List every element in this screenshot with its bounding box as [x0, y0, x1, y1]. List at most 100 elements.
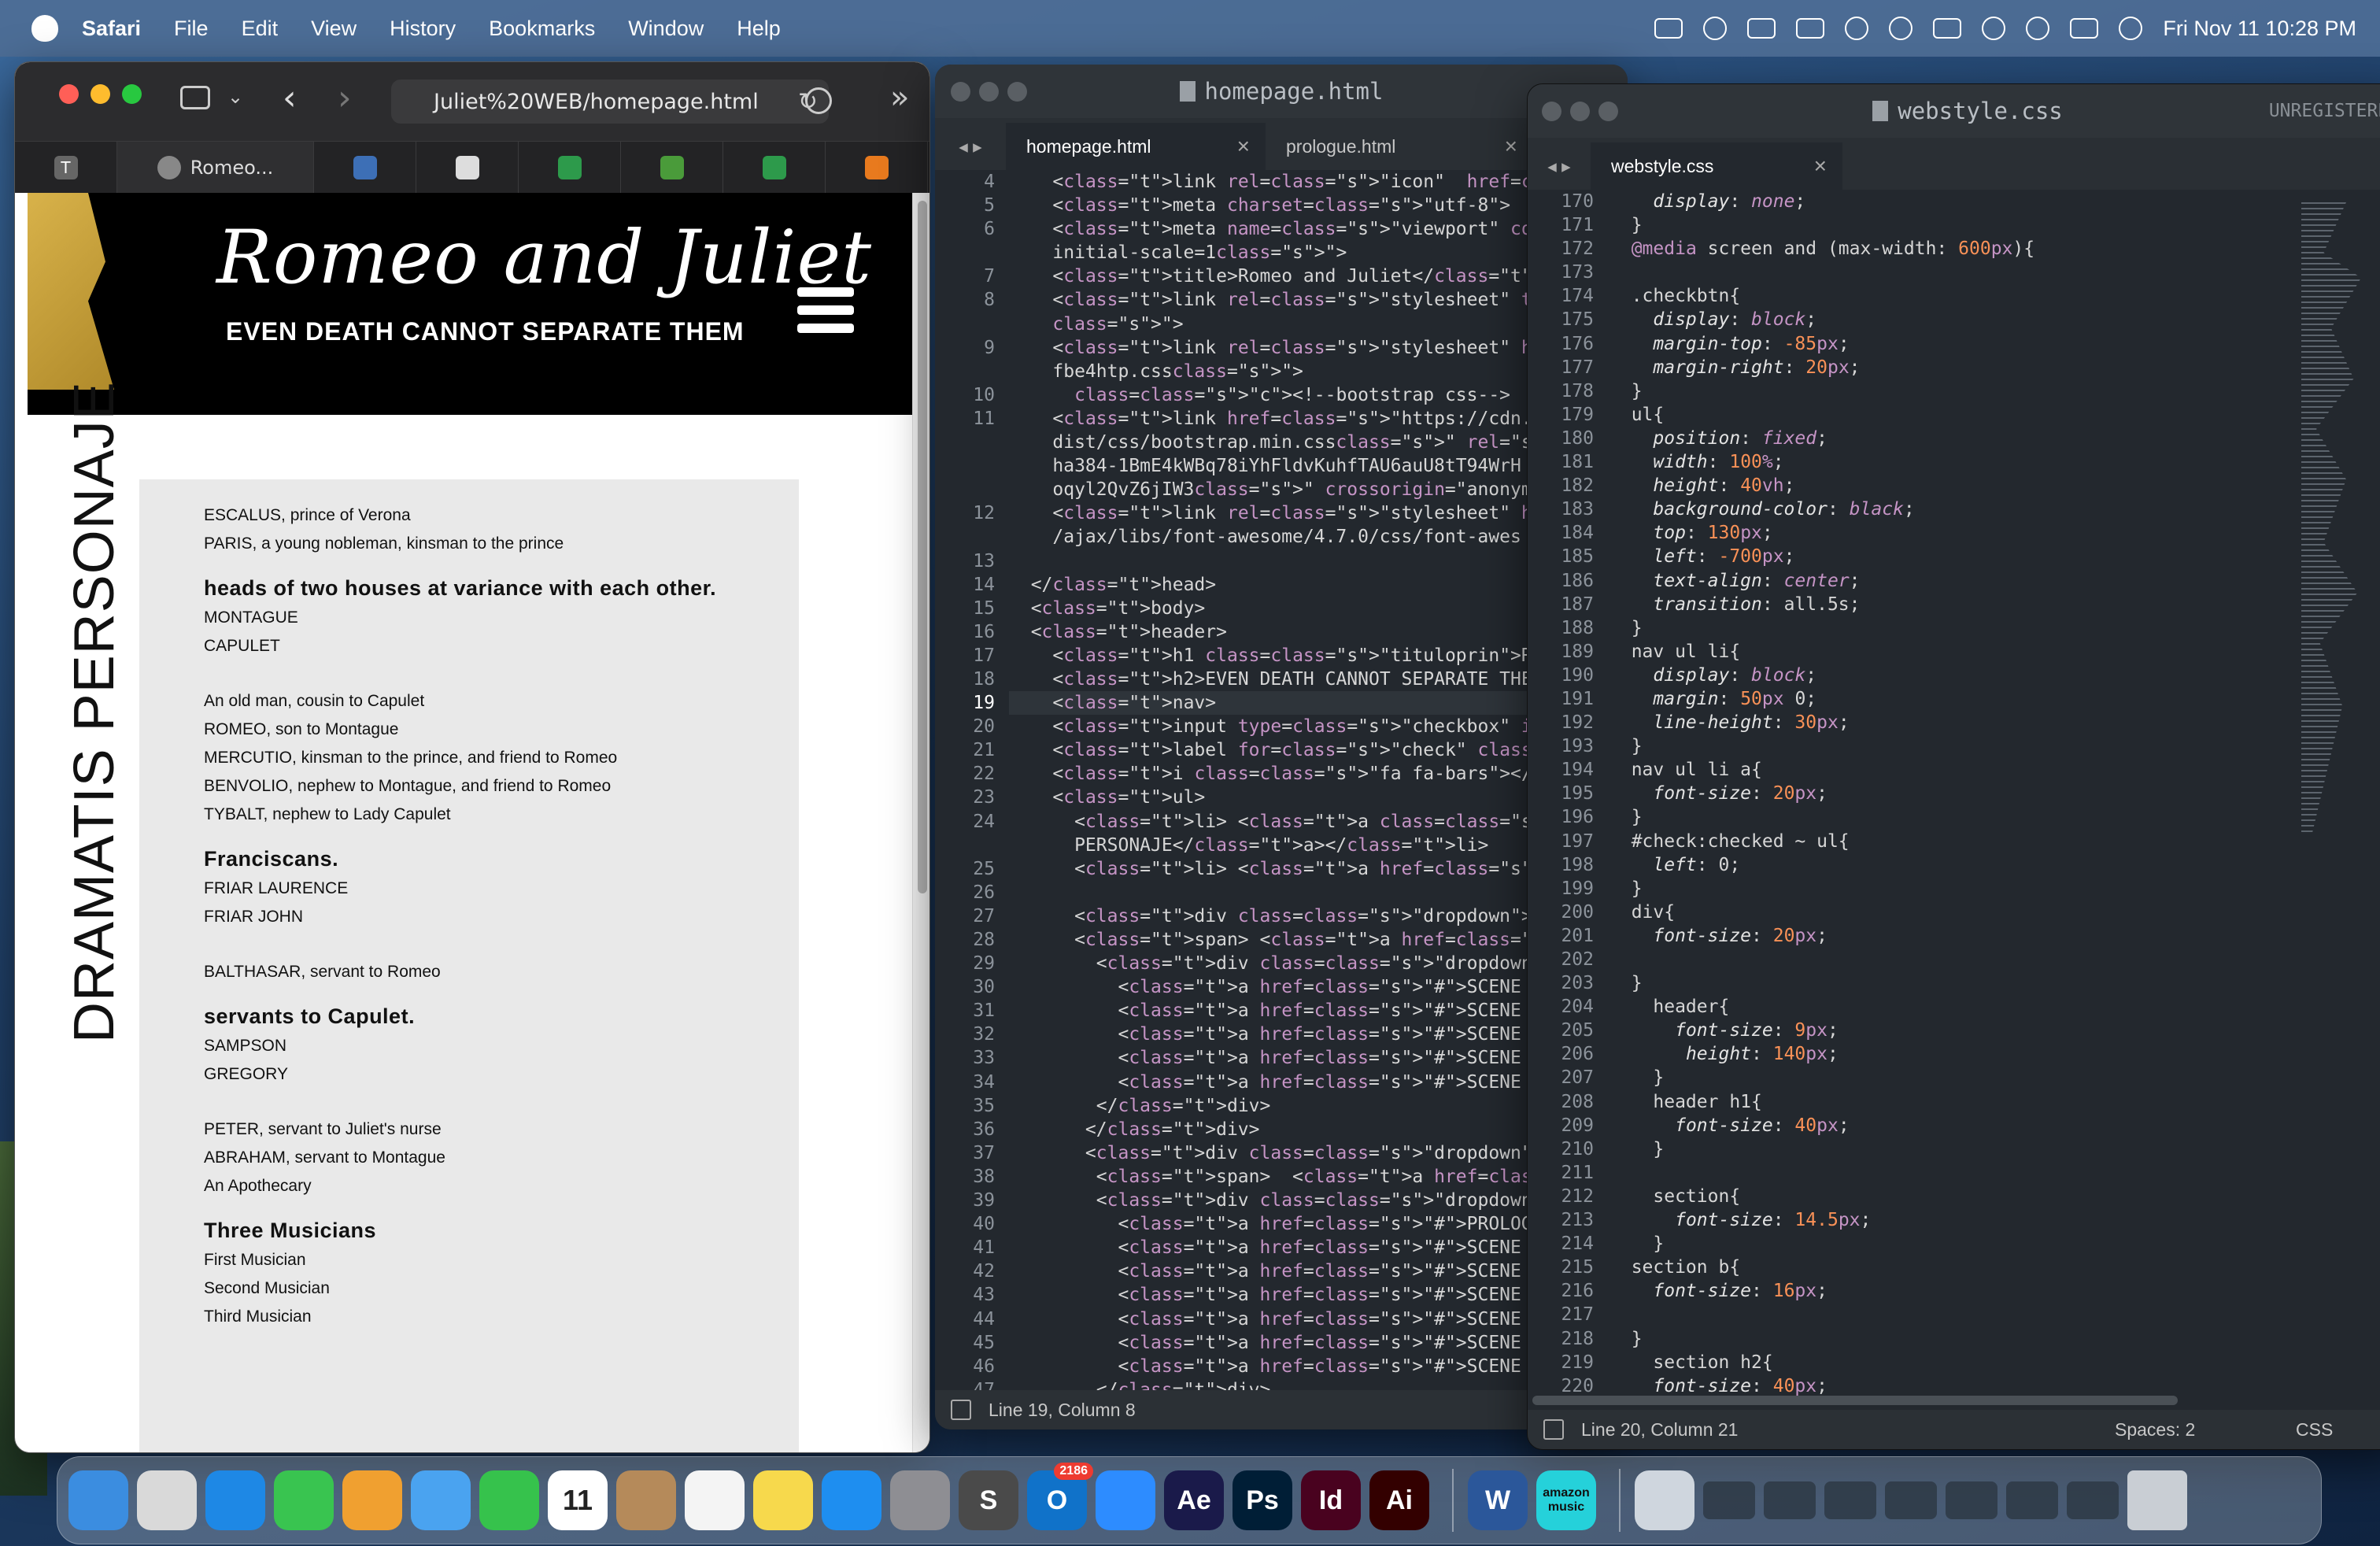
apple-icon[interactable] [31, 15, 58, 42]
amazon-music-icon[interactable]: amazon music [1536, 1470, 1596, 1530]
safari-icon[interactable] [205, 1470, 265, 1530]
close-button[interactable] [59, 84, 79, 104]
clock[interactable]: Fri Nov 11 10:28 PM [2163, 17, 2356, 41]
search-icon[interactable] [2026, 17, 2050, 40]
tab-webstyle[interactable]: webstyle.css × [1591, 142, 1842, 190]
code-line[interactable]: nav ul li{ [1609, 640, 2034, 664]
mail-icon[interactable] [411, 1470, 471, 1530]
minimized-window-4[interactable] [1885, 1481, 1937, 1519]
code-line[interactable] [1609, 1161, 2034, 1185]
minimized-window-3[interactable] [1824, 1481, 1876, 1519]
syntax-setting[interactable]: CSS [2296, 1419, 2333, 1441]
minimize-button[interactable] [979, 82, 999, 102]
code-line[interactable]: font-size: 14.5px; [1609, 1208, 2034, 1232]
menu-file[interactable]: File [174, 17, 209, 41]
page-scrollbar[interactable] [912, 193, 929, 1452]
minimize-button[interactable] [1570, 102, 1590, 121]
zoom-button[interactable] [122, 84, 142, 104]
notes-icon[interactable] [753, 1470, 813, 1530]
code-line[interactable]: height: 140px; [1609, 1042, 2034, 1066]
illustrator-icon[interactable]: Ai [1369, 1470, 1429, 1530]
menu-view[interactable]: View [311, 17, 357, 41]
tab-4[interactable] [519, 142, 621, 194]
tab-homepage[interactable]: homepage.html × [1006, 123, 1266, 170]
photos-icon[interactable] [342, 1470, 402, 1530]
code-line[interactable]: height: 40vh; [1609, 474, 2034, 497]
sidebar-toggle-icon[interactable] [180, 86, 210, 109]
tab-5[interactable] [621, 142, 723, 194]
wifi-icon[interactable] [1982, 17, 2006, 40]
code-line[interactable]: } [1609, 379, 2034, 403]
code-line[interactable]: display: block; [1609, 308, 2034, 331]
code-line[interactable]: font-size: 40px; [1609, 1374, 2034, 1398]
weather-icon[interactable] [1747, 18, 1776, 39]
panel-toggle-icon[interactable] [1543, 1419, 1564, 1440]
code-line[interactable]: } [1609, 734, 2034, 758]
aftereffects-icon[interactable]: Ae [1164, 1470, 1224, 1530]
code-line[interactable]: } [1609, 1232, 2034, 1256]
display-icon[interactable] [1796, 18, 1825, 39]
code-line[interactable]: display: none; [1609, 190, 2034, 213]
code-line[interactable]: margin-top: -85px; [1609, 332, 2034, 356]
code-line[interactable]: } [1609, 213, 2034, 237]
code-line[interactable]: section b{ [1609, 1256, 2034, 1279]
code-line[interactable] [1609, 948, 2034, 971]
close-button[interactable] [951, 82, 970, 102]
code-line[interactable]: header h1{ [1609, 1090, 2034, 1114]
quicktime-icon[interactable] [1635, 1470, 1694, 1530]
close-tab-icon[interactable]: × [1237, 134, 1250, 159]
tab-prologue[interactable]: prologue.html × [1266, 123, 1533, 170]
back-icon[interactable]: ‹ [283, 78, 297, 118]
minimized-window-6[interactable] [2006, 1481, 2058, 1519]
minimap[interactable] [2301, 202, 2361, 832]
code-line[interactable]: font-size: 20px; [1609, 782, 2034, 805]
camera-icon[interactable] [1654, 18, 1683, 39]
code-line[interactable]: background-color: black; [1609, 497, 2034, 521]
forward-icon[interactable]: › [338, 78, 352, 118]
menu-history[interactable]: History [390, 17, 456, 41]
indent-setting[interactable]: Spaces: 2 [2115, 1419, 2195, 1441]
contacts-icon[interactable] [616, 1470, 676, 1530]
launchpad-icon[interactable] [137, 1470, 197, 1530]
more-tabs-icon[interactable]: » [890, 80, 909, 116]
code-line[interactable]: header{ [1609, 995, 2034, 1019]
tab-nav-icon[interactable]: ◂ ▸ [935, 123, 1006, 170]
tab-romeo[interactable]: Romeo... [117, 142, 314, 194]
zoom-icon[interactable] [1096, 1470, 1155, 1530]
zoom-button[interactable] [1598, 102, 1618, 121]
downloads-icon[interactable] [805, 87, 832, 114]
code-line[interactable] [1609, 261, 2034, 284]
code-line[interactable]: width: 100%; [1609, 450, 2034, 474]
code-line[interactable]: text-align: center; [1609, 569, 2034, 593]
tab-6[interactable] [723, 142, 826, 194]
tab-0[interactable]: T [15, 142, 117, 194]
bluetooth-icon[interactable] [1845, 17, 1869, 40]
code-line[interactable]: font-size: 20px; [1609, 924, 2034, 948]
code-line[interactable]: nav ul li a{ [1609, 758, 2034, 782]
code-line[interactable]: transition: all.5s; [1609, 593, 2034, 616]
minimized-window-1[interactable] [1703, 1481, 1755, 1519]
code-line[interactable]: font-size: 9px; [1609, 1019, 2034, 1042]
menu-window[interactable]: Window [628, 17, 704, 41]
minimize-button[interactable] [91, 84, 110, 104]
code-line[interactable]: } [1609, 1066, 2034, 1089]
code-line[interactable]: @media screen and (max-width: 600px){ [1609, 237, 2034, 261]
indesign-icon[interactable]: Id [1301, 1470, 1361, 1530]
control-center-icon[interactable] [2070, 18, 2099, 39]
code-line[interactable]: margin-right: 20px; [1609, 356, 2034, 379]
play-icon[interactable] [1889, 17, 1913, 40]
code-line[interactable]: line-height: 30px; [1609, 711, 2034, 734]
code-line[interactable]: } [1609, 616, 2034, 640]
minimized-window-5[interactable] [1946, 1481, 1998, 1519]
code-line[interactable]: } [1609, 877, 2034, 901]
minimized-window-2[interactable] [1764, 1481, 1816, 1519]
creative-cloud-icon[interactable] [1703, 17, 1728, 40]
finder-icon[interactable] [68, 1470, 128, 1530]
zoom-button[interactable] [1007, 82, 1027, 102]
tab-2[interactable] [314, 142, 416, 194]
code-line[interactable]: } [1609, 971, 2034, 995]
appstore-icon[interactable] [822, 1470, 881, 1530]
horizontal-scrollbar[interactable] [1532, 1396, 2178, 1405]
hamburger-menu-icon[interactable] [797, 287, 854, 333]
code-line[interactable]: ul{ [1609, 403, 2034, 427]
